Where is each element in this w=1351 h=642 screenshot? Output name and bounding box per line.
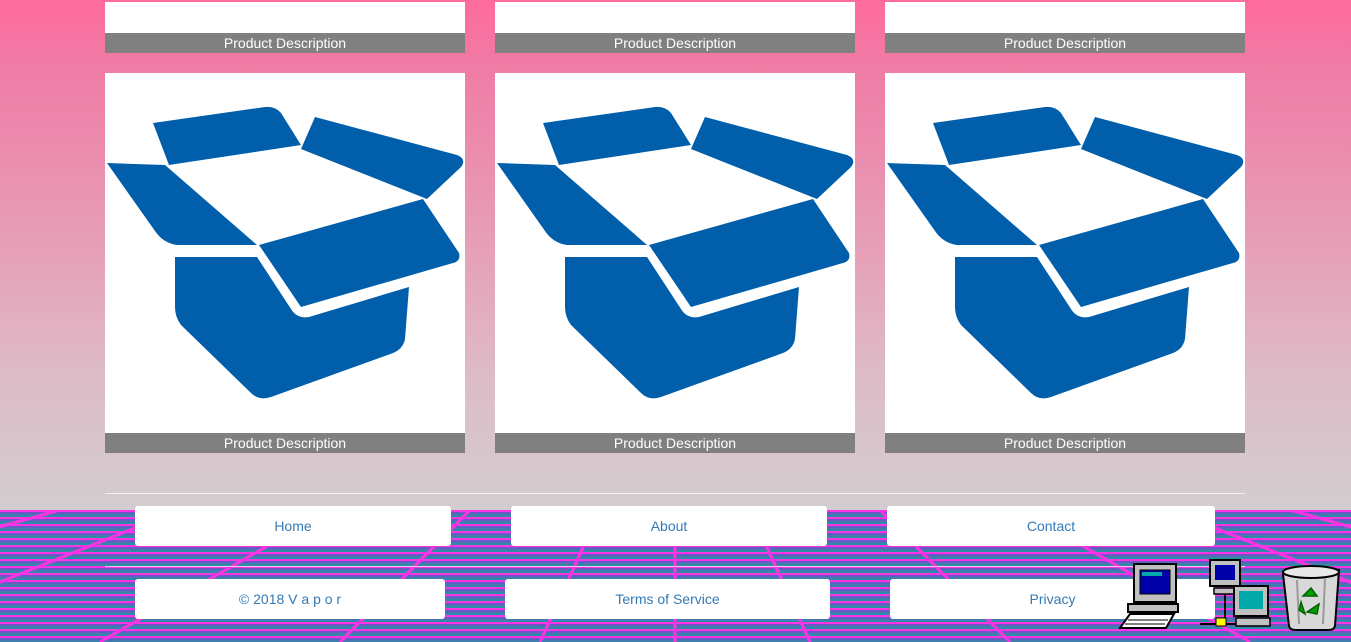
product-image[interactable] bbox=[105, 73, 465, 433]
product-card-top bbox=[885, 2, 1245, 33]
product-card-top bbox=[495, 2, 855, 33]
product-description: Product Description bbox=[495, 433, 855, 453]
product-image[interactable] bbox=[885, 73, 1245, 433]
copyright-button[interactable]: © 2018 V a p o r bbox=[135, 579, 445, 619]
contact-button[interactable]: Contact bbox=[887, 506, 1215, 546]
home-button[interactable]: Home bbox=[135, 506, 451, 546]
recycle-bin-icon[interactable] bbox=[1277, 560, 1345, 632]
network-neighborhood-icon[interactable] bbox=[1196, 556, 1274, 632]
product-description: Product Description bbox=[105, 33, 465, 53]
terms-of-service-button[interactable]: Terms of Service bbox=[505, 579, 830, 619]
open-box-icon bbox=[887, 106, 1244, 399]
product-card-top bbox=[105, 2, 465, 33]
product-description: Product Description bbox=[495, 33, 855, 53]
my-computer-icon[interactable] bbox=[1118, 560, 1180, 632]
product-description: Product Description bbox=[885, 433, 1245, 453]
about-button[interactable]: About bbox=[511, 506, 827, 546]
product-image[interactable] bbox=[495, 73, 855, 433]
divider bbox=[105, 566, 1245, 567]
divider bbox=[105, 493, 1245, 494]
open-box-icon bbox=[107, 106, 464, 399]
open-box-icon bbox=[497, 106, 854, 399]
product-description: Product Description bbox=[885, 33, 1245, 53]
product-description: Product Description bbox=[105, 433, 465, 453]
